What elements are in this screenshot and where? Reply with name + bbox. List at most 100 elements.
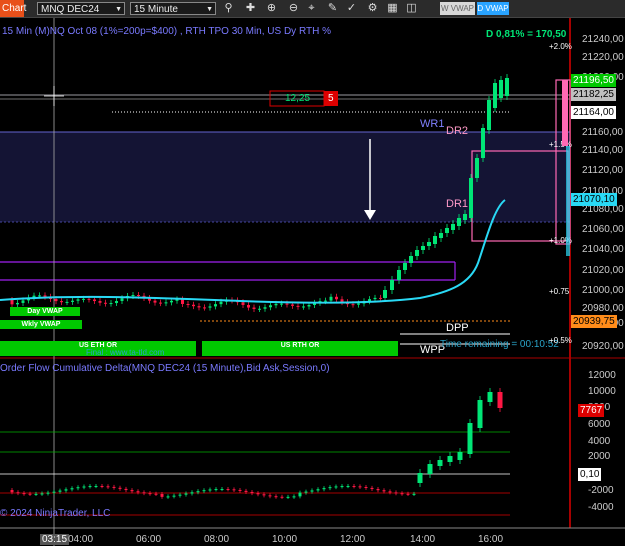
delta-tick: 4000 bbox=[588, 436, 611, 447]
daily-vwap-button[interactable]: D VWAP bbox=[477, 2, 509, 15]
zoom-in-icon[interactable]: ⊕ bbox=[265, 2, 278, 15]
price-tick: 21140,00 bbox=[582, 145, 623, 156]
price-tick: 21040,00 bbox=[582, 244, 624, 255]
candle-body bbox=[10, 300, 14, 305]
candle-body bbox=[238, 489, 242, 491]
pct-label-2: +2.0% bbox=[549, 42, 572, 51]
candle-body bbox=[358, 486, 362, 488]
candle-body bbox=[302, 306, 305, 308]
chart-tab[interactable]: Chart bbox=[0, 0, 26, 17]
time-tick: 04:00 bbox=[68, 534, 94, 545]
candle-body bbox=[10, 490, 14, 493]
candle-body bbox=[192, 304, 195, 307]
price-tick: 21160,00 bbox=[582, 127, 623, 138]
text-icon[interactable]: ✎ bbox=[326, 2, 339, 15]
delta-tick: 6000 bbox=[588, 419, 611, 430]
candle-body bbox=[394, 492, 398, 494]
candle-body bbox=[244, 490, 248, 492]
candle-body bbox=[124, 488, 128, 491]
candle-body bbox=[115, 301, 118, 304]
candle-body bbox=[250, 491, 254, 494]
candle-body bbox=[324, 300, 327, 302]
data-box-icon[interactable]: ▦ bbox=[386, 2, 399, 15]
candle-body bbox=[457, 218, 461, 226]
delta-axis[interactable]: 12000100008000600040002000-2000-4000 bbox=[582, 360, 625, 520]
candle-body bbox=[262, 494, 266, 496]
interval-label: 15 Minute bbox=[134, 4, 178, 15]
candle-body bbox=[285, 303, 289, 305]
candle-body bbox=[87, 298, 91, 300]
candle-body bbox=[202, 490, 206, 492]
time-tick: 16:00 bbox=[478, 534, 504, 545]
candle-body bbox=[357, 303, 360, 305]
vwap-marker bbox=[566, 146, 570, 256]
delta-value-box: 7767 bbox=[578, 404, 605, 417]
candle-body bbox=[94, 486, 98, 488]
price-axis[interactable]: 21240,0021220,0021200,0021160,0021140,00… bbox=[582, 0, 625, 360]
candle-body bbox=[178, 494, 182, 496]
candle-body bbox=[477, 400, 483, 428]
candle-body bbox=[76, 487, 80, 489]
price-tick: 21120,00 bbox=[582, 165, 623, 176]
candle-body bbox=[382, 490, 386, 492]
chart-canvas[interactable] bbox=[0, 18, 625, 546]
candle-body bbox=[335, 296, 338, 300]
us-rth-or-bar: US RTH OR bbox=[202, 341, 398, 356]
price-tick: 21240,00 bbox=[582, 34, 624, 45]
candle-body bbox=[220, 489, 224, 491]
candle-body bbox=[292, 496, 296, 498]
candle-body bbox=[469, 178, 473, 218]
interval-selector[interactable]: 15 Minute ▼ bbox=[130, 2, 216, 15]
candle-body bbox=[316, 489, 320, 491]
candle-body bbox=[118, 487, 122, 489]
indicator-title: Order Flow Cumulative Delta(MNQ DEC24 (1… bbox=[0, 363, 330, 374]
candle-body bbox=[328, 487, 332, 489]
candle-body bbox=[397, 270, 401, 280]
candle-body bbox=[60, 301, 63, 303]
crosshair-icon[interactable]: ✚ bbox=[244, 2, 257, 15]
candle-body bbox=[340, 486, 344, 488]
price-tick: 20980,00 bbox=[582, 303, 624, 314]
chevron-down-icon: ▼ bbox=[115, 6, 122, 13]
candle-body bbox=[172, 495, 176, 497]
level-price-box-1: 21182,25 bbox=[571, 88, 616, 101]
strategy-icon[interactable]: ◫ bbox=[405, 2, 418, 15]
weekly-vwap-button[interactable]: W VWAP bbox=[440, 2, 475, 15]
instrument-label: MNQ DEC24 bbox=[41, 4, 100, 15]
candle-body bbox=[322, 488, 326, 490]
chart-description: 15 Min (M)NQ Oct 08 (1%=200p=$400) , RTH… bbox=[2, 26, 332, 37]
candle-body bbox=[439, 233, 443, 238]
search-icon[interactable]: ⚲ bbox=[222, 2, 235, 15]
candle-body bbox=[252, 307, 256, 309]
candle-body bbox=[34, 493, 38, 495]
candle-body bbox=[400, 493, 404, 495]
candle-body bbox=[268, 495, 272, 497]
candle-body bbox=[409, 256, 413, 263]
delta-tick: -4000 bbox=[588, 502, 614, 513]
delta-tick: 10000 bbox=[588, 386, 616, 397]
zoom-out-icon[interactable]: ⊖ bbox=[287, 2, 300, 15]
candle-body bbox=[28, 493, 32, 495]
candle-body bbox=[100, 486, 104, 488]
candle-body bbox=[208, 306, 212, 308]
daily-change: D 0,81% = 170,50 bbox=[486, 29, 567, 40]
delta-candles bbox=[10, 388, 503, 499]
draw-icon[interactable]: ✓ bbox=[345, 2, 358, 15]
price-tick: 21020,00 bbox=[582, 265, 624, 276]
candle-body bbox=[106, 486, 110, 488]
candle-body bbox=[64, 489, 68, 491]
instrument-selector[interactable]: MNQ DEC24 ▼ bbox=[37, 2, 125, 15]
crosshair-target-icon[interactable]: ⌖ bbox=[305, 2, 318, 15]
properties-icon[interactable]: ⚙ bbox=[366, 2, 379, 15]
time-tick: 10:00 bbox=[272, 534, 298, 545]
candle-body bbox=[427, 242, 431, 246]
candle-body bbox=[160, 493, 164, 497]
candle-body bbox=[148, 493, 152, 495]
candle-body bbox=[346, 486, 350, 488]
time-axis[interactable]: 04:00 06:00 08:00 10:00 12:00 14:00 16:00 bbox=[0, 534, 570, 546]
candle-body bbox=[164, 302, 168, 304]
candle-body bbox=[43, 295, 47, 297]
candle-body bbox=[373, 297, 377, 300]
candle-body bbox=[415, 250, 419, 256]
candle-body bbox=[197, 306, 201, 308]
